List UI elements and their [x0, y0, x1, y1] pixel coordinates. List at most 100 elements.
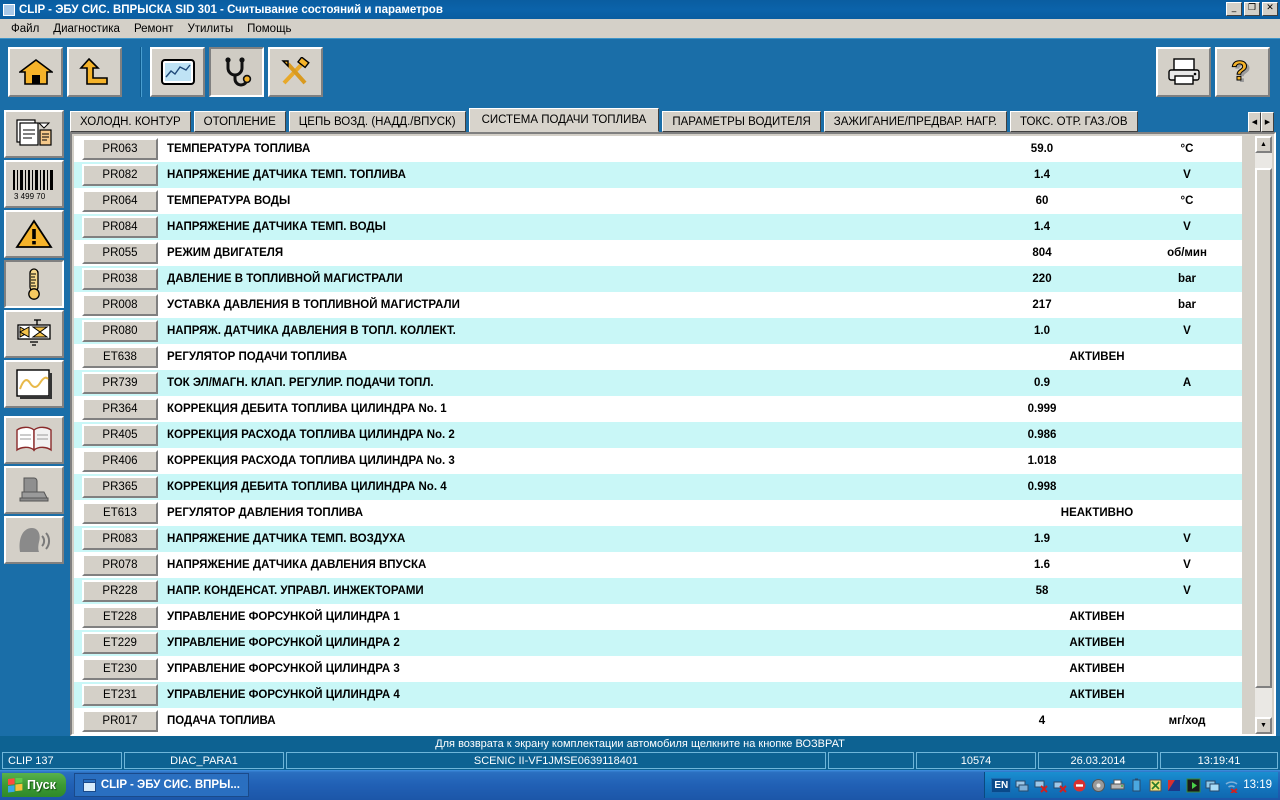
sidebar-item-parameters[interactable]: [4, 260, 64, 308]
tab-scroll-right-icon[interactable]: ▶: [1261, 112, 1274, 132]
printer-tray-icon[interactable]: [1110, 778, 1125, 793]
row-id[interactable]: PR364: [82, 398, 158, 420]
home-button[interactable]: [8, 47, 63, 97]
menu-item-file[interactable]: Файл: [4, 22, 46, 36]
table-row[interactable]: PR405 КОРРЕКЦИЯ РАСХОДА ТОПЛИВА ЦИЛИНДРА …: [74, 422, 1242, 448]
row-id[interactable]: ET230: [82, 658, 158, 680]
table-row[interactable]: ET229 УПРАВЛЕНИЕ ФОРСУНКОЙ ЦИЛИНДРА 2 АКТИ…: [74, 630, 1242, 656]
row-id[interactable]: PR038: [82, 268, 158, 290]
row-id[interactable]: PR228: [82, 580, 158, 602]
row-id[interactable]: PR080: [82, 320, 158, 342]
diagnostics-button[interactable]: [209, 47, 264, 97]
sidebar-item-documents[interactable]: [4, 110, 64, 158]
close-icon[interactable]: ✕: [1262, 2, 1278, 16]
sidebar-item-barcode[interactable]: 3 499 70: [4, 160, 64, 208]
tab-heating[interactable]: ОТОПЛЕНИЕ: [193, 111, 286, 132]
table-row[interactable]: PR365 КОРРЕКЦИЯ ДЕБИТА ТОПЛИВА ЦИЛИНДРА N…: [74, 474, 1242, 500]
tab-ignition[interactable]: ЗАЖИГАНИЕ/ПРЕДВАР. НАГР.: [823, 111, 1007, 132]
help-button[interactable]: ? ?: [1215, 47, 1270, 97]
table-row[interactable]: PR055 РЕЖИМ ДВИГАТЕЛЯ 804 об/мин: [74, 240, 1242, 266]
row-id[interactable]: PR078: [82, 554, 158, 576]
row-id[interactable]: PR055: [82, 242, 158, 264]
row-id[interactable]: PR739: [82, 372, 158, 394]
row-id[interactable]: ET613: [82, 502, 158, 524]
row-id[interactable]: ET231: [82, 684, 158, 706]
table-row[interactable]: ET231 УПРАВЛЕНИЕ ФОРСУНКОЙ ЦИЛИНДРА 4 АКТИ…: [74, 682, 1242, 708]
network-icon[interactable]: [1015, 778, 1030, 793]
error-icon[interactable]: [1072, 778, 1087, 793]
start-button[interactable]: Пуск: [2, 773, 66, 797]
menu-item-help[interactable]: Помощь: [240, 22, 298, 36]
sidebar-item-actuators[interactable]: [4, 310, 64, 358]
row-id[interactable]: ET228: [82, 606, 158, 628]
scroll-down-icon[interactable]: ▼: [1255, 717, 1272, 734]
scrollbar-thumb[interactable]: [1255, 168, 1272, 688]
sidebar-item-seat[interactable]: [4, 466, 64, 514]
menu-item-utilities[interactable]: Утилиты: [180, 22, 240, 36]
tab-driver-params[interactable]: ПАРАМЕТРЫ ВОДИТЕЛЯ: [662, 111, 821, 132]
antivirus-icon[interactable]: [1148, 778, 1163, 793]
table-row[interactable]: ET613 РЕГУЛЯТОР ДАВЛЕНИЯ ТОПЛИВА НЕАКТИВНО: [74, 500, 1242, 526]
table-row[interactable]: PR228 НАПР. КОНДЕНСАТ. УПРАВЛ. ИНЖЕКТОРАМ…: [74, 578, 1242, 604]
sidebar-item-documentation[interactable]: [4, 416, 64, 464]
row-id[interactable]: PR405: [82, 424, 158, 446]
table-row[interactable]: ET230 УПРАВЛЕНИЕ ФОРСУНКОЙ ЦИЛИНДРА 3 АКТИ…: [74, 656, 1242, 682]
maximize-icon[interactable]: ❐: [1244, 2, 1260, 16]
media-player-icon[interactable]: [1186, 778, 1201, 793]
taskbar-item-clip[interactable]: CLIP - ЭБУ СИС. ВПРЫ...: [73, 773, 249, 797]
table-row[interactable]: PR078 НАПРЯЖЕНИЕ ДАТЧИКА ДАВЛЕНИЯ ВПУСКА 1…: [74, 552, 1242, 578]
parameters-table[interactable]: PR063 ТЕМПЕРАТУРА ТОПЛИВА 59.0 °C PR082 НАПРЯ…: [74, 136, 1242, 734]
row-id[interactable]: ET229: [82, 632, 158, 654]
table-row[interactable]: PR038 ДАВЛЕНИЕ В ТОПЛИВНОЙ МАГИСТРАЛИ 220 b…: [74, 266, 1242, 292]
table-row[interactable]: PR064 ТЕМПЕРАТУРА ВОДЫ 60 °C: [74, 188, 1242, 214]
network-disconnected-icon[interactable]: [1034, 778, 1049, 793]
sidebar-item-voice[interactable]: [4, 516, 64, 564]
row-id[interactable]: PR017: [82, 710, 158, 732]
row-id[interactable]: PR406: [82, 450, 158, 472]
language-indicator[interactable]: EN: [991, 777, 1012, 793]
row-id[interactable]: PR082: [82, 164, 158, 186]
table-row[interactable]: PR080 НАПРЯЖ. ДАТЧИКА ДАВЛЕНИЯ В ТОПЛ. КО…: [74, 318, 1242, 344]
table-row[interactable]: PR063 ТЕМПЕРАТУРА ТОПЛИВА 59.0 °C: [74, 136, 1242, 162]
row-id[interactable]: PR083: [82, 528, 158, 550]
wireless-disabled-icon[interactable]: [1053, 778, 1068, 793]
minimize-icon[interactable]: _: [1226, 2, 1242, 16]
table-row[interactable]: PR406 КОРРЕКЦИЯ РАСХОДА ТОПЛИВА ЦИЛИНДРА …: [74, 448, 1242, 474]
menu-item-diagnostics[interactable]: Диагностика: [46, 22, 127, 36]
tab-fuel-system[interactable]: СИСТЕМА ПОДАЧИ ТОПЛИВА: [468, 108, 660, 132]
scroll-up-icon[interactable]: ▲: [1255, 136, 1272, 153]
readings-button[interactable]: [150, 47, 205, 97]
row-id[interactable]: PR063: [82, 138, 158, 160]
table-row[interactable]: ET638 РЕГУЛЯТОР ПОДАЧИ ТОПЛИВА АКТИВЕН: [74, 344, 1242, 370]
back-button[interactable]: [67, 47, 122, 97]
table-row[interactable]: ET228 УПРАВЛЕНИЕ ФОРСУНКОЙ ЦИЛИНДРА 1 АКТИ…: [74, 604, 1242, 630]
sidebar-item-graph[interactable]: [4, 360, 64, 408]
table-row[interactable]: PR008 УСТАВКА ДАВЛЕНИЯ В ТОПЛИВНОЙ МАГИСТ…: [74, 292, 1242, 318]
tab-scroll-left-icon[interactable]: ◀: [1248, 112, 1261, 132]
windows-update-icon[interactable]: [1205, 778, 1220, 793]
tools-button[interactable]: [268, 47, 323, 97]
row-id[interactable]: PR084: [82, 216, 158, 238]
table-row[interactable]: PR084 НАПРЯЖЕНИЕ ДАТЧИКА ТЕМП. ВОДЫ 1.4 V: [74, 214, 1242, 240]
row-id[interactable]: PR064: [82, 190, 158, 212]
sidebar-item-faults[interactable]: [4, 210, 64, 258]
table-row[interactable]: PR364 КОРРЕКЦИЯ ДЕБИТА ТОПЛИВА ЦИЛИНДРА N…: [74, 396, 1242, 422]
tab-air-circuit[interactable]: ЦЕПЬ ВОЗД. (НАДД./ВПУСК): [288, 111, 466, 132]
table-row[interactable]: PR082 НАПРЯЖЕНИЕ ДАТЧИКА ТЕМП. ТОПЛИВА 1.4…: [74, 162, 1242, 188]
battery-icon[interactable]: [1129, 778, 1144, 793]
row-id[interactable]: ET638: [82, 346, 158, 368]
window-controls[interactable]: _ ❐ ✕: [1226, 2, 1278, 16]
table-row[interactable]: PR739 ТОК ЭЛ/МАГН. КЛАП. РЕГУЛИР. ПОДАЧИ …: [74, 370, 1242, 396]
table-row[interactable]: PR017 ПОДАЧА ТОПЛИВА 4 мг/ход: [74, 708, 1242, 734]
tab-cold-circuit[interactable]: ХОЛОДН. КОНТУР: [70, 111, 191, 132]
tab-emissions[interactable]: ТОКС. ОТР. ГАЗ./ОВ: [1009, 111, 1138, 132]
row-id[interactable]: PR365: [82, 476, 158, 498]
print-button[interactable]: [1156, 47, 1211, 97]
tray-clock[interactable]: 13:19: [1243, 779, 1272, 791]
flag-icon[interactable]: [1167, 778, 1182, 793]
table-row[interactable]: PR083 НАПРЯЖЕНИЕ ДАТЧИКА ТЕМП. ВОЗДУХА 1.9…: [74, 526, 1242, 552]
row-id[interactable]: PR008: [82, 294, 158, 316]
vertical-scrollbar[interactable]: ▲ ▼: [1255, 136, 1272, 734]
menu-item-repair[interactable]: Ремонт: [127, 22, 180, 36]
wifi-disabled-icon[interactable]: [1224, 778, 1239, 793]
